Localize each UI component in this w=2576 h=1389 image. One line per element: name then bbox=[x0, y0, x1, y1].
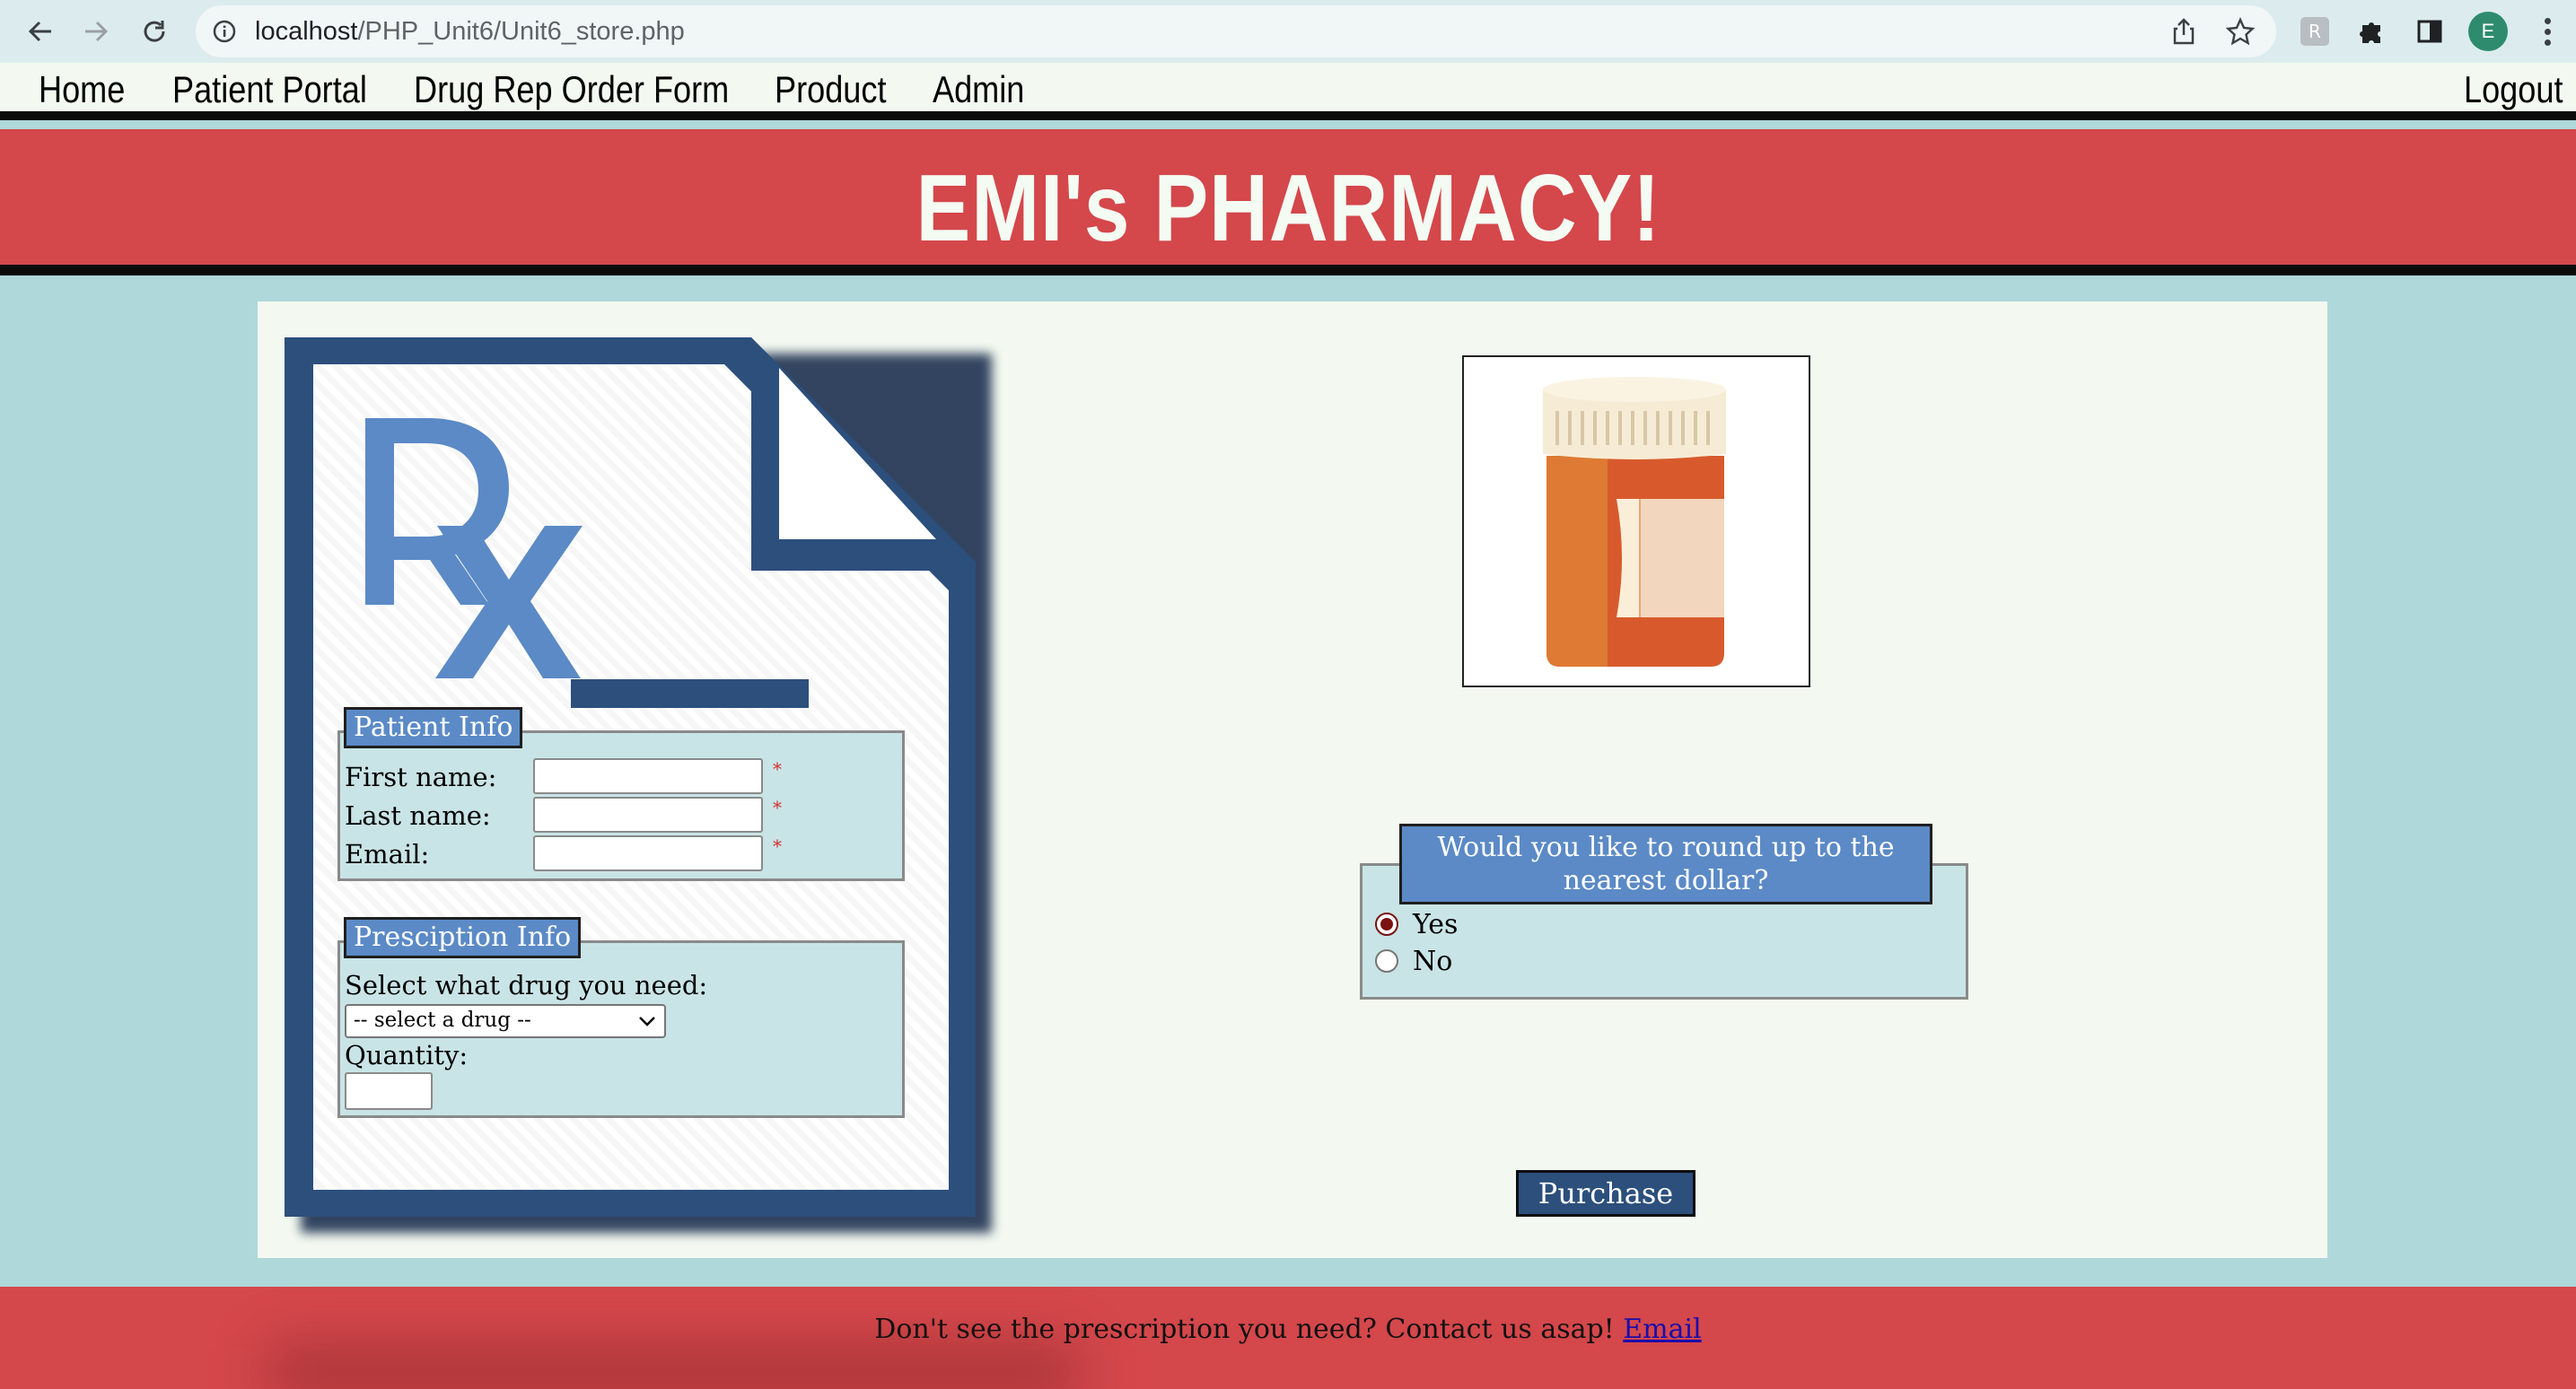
required-mark: * bbox=[773, 758, 782, 780]
footer-shadow bbox=[269, 1346, 1077, 1389]
last-name-input[interactable] bbox=[533, 797, 763, 833]
drug-select[interactable]: -- select a drug -- bbox=[345, 1004, 666, 1038]
quantity-label: Quantity: bbox=[345, 1040, 469, 1070]
pill-bottle-icon bbox=[1543, 377, 1726, 667]
address-bar[interactable]: localhost/PHP_Unit6/Unit6_store.php bbox=[196, 5, 2276, 57]
email-label: Email: bbox=[345, 839, 430, 869]
main-panel: First name: * Last name: * Email: * Pati… bbox=[258, 301, 2327, 1258]
nav-admin[interactable]: Admin bbox=[933, 68, 1024, 111]
header-banner: EMI's PHARMACY! bbox=[0, 129, 2576, 275]
round-up-yes-radio[interactable] bbox=[1375, 913, 1398, 936]
last-name-label: Last name: bbox=[345, 800, 491, 831]
site-title: EMI's PHARMACY! bbox=[0, 154, 2576, 263]
browser-toolbar: localhost/PHP_Unit6/Unit6_store.php R E bbox=[0, 0, 2576, 63]
site-nav: Home Patient Portal Drug Rep Order Form … bbox=[0, 63, 2576, 120]
chevron-down-icon bbox=[637, 1009, 657, 1038]
round-up-yes-label: Yes bbox=[1413, 909, 1459, 940]
prescription-document: First name: * Last name: * Email: * Pati… bbox=[285, 337, 994, 1233]
purchase-button[interactable]: Purchase bbox=[1516, 1170, 1695, 1217]
star-icon[interactable] bbox=[2225, 17, 2256, 49]
required-mark: * bbox=[773, 797, 782, 818]
required-mark: * bbox=[773, 835, 782, 857]
url-text: localhost/PHP_Unit6/Unit6_store.php bbox=[255, 17, 685, 47]
footer-email-link[interactable]: Email bbox=[1623, 1314, 1701, 1345]
forward-icon[interactable] bbox=[75, 11, 117, 52]
footer-text: Don't see the prescription you need? Con… bbox=[0, 1314, 2576, 1345]
reload-icon[interactable] bbox=[134, 11, 175, 52]
drug-select-value: -- select a drug -- bbox=[354, 1009, 531, 1032]
info-icon[interactable] bbox=[212, 19, 237, 48]
nav-home[interactable]: Home bbox=[39, 68, 125, 111]
patient-info-legend: Patient Info bbox=[344, 707, 523, 748]
first-name-input[interactable] bbox=[533, 758, 763, 794]
url-host: localhost bbox=[255, 17, 358, 46]
first-name-label: First name: bbox=[345, 762, 497, 792]
prescription-info-fieldset: Select what drug you need: -- select a d… bbox=[337, 940, 905, 1118]
site-title-text: EMI's PHARMACY! bbox=[916, 155, 1660, 261]
patient-info-fieldset: First name: * Last name: * Email: * bbox=[337, 730, 905, 881]
drug-select-label: Select what drug you need: bbox=[345, 970, 708, 1000]
menu-icon[interactable] bbox=[2529, 11, 2565, 52]
email-input[interactable] bbox=[533, 835, 763, 871]
nav-drug-rep-order-form[interactable]: Drug Rep Order Form bbox=[414, 68, 729, 111]
profile-avatar[interactable]: E bbox=[2468, 12, 2508, 51]
round-up-no-label: No bbox=[1413, 946, 1453, 977]
nav-logout[interactable]: Logout bbox=[2464, 68, 2563, 111]
round-up-no-radio[interactable] bbox=[1375, 949, 1398, 973]
puzzle-icon[interactable] bbox=[2352, 11, 2393, 52]
prescription-info-legend: Presciption Info bbox=[344, 917, 582, 958]
quantity-input[interactable] bbox=[345, 1072, 433, 1110]
nav-patient-portal[interactable]: Patient Portal bbox=[172, 68, 367, 111]
sidepanel-icon[interactable] bbox=[2409, 11, 2450, 52]
url-path: /PHP_Unit6/Unit6_store.php bbox=[357, 17, 685, 46]
footer-message: Don't see the prescription you need? Con… bbox=[874, 1314, 1624, 1345]
share-icon[interactable] bbox=[2170, 17, 2197, 49]
round-up-legend: Would you like to round up to the neares… bbox=[1399, 824, 1932, 904]
back-icon[interactable] bbox=[20, 11, 61, 52]
pill-bottle-image bbox=[1462, 355, 1810, 687]
nav-product[interactable]: Product bbox=[775, 68, 886, 111]
extension-icon[interactable]: R bbox=[2294, 11, 2335, 52]
